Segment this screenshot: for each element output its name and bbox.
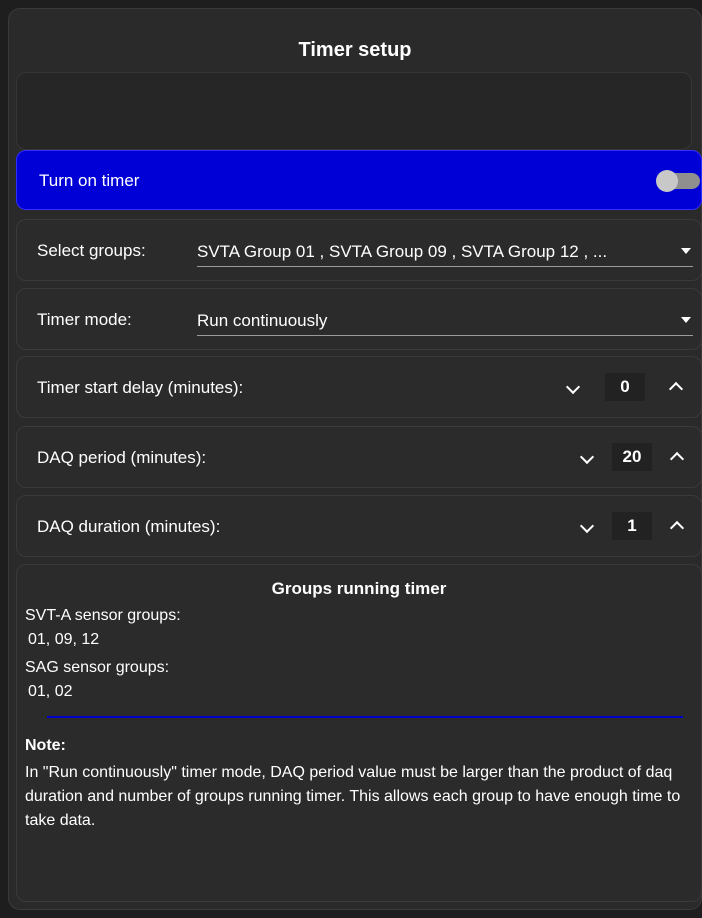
daq-period-label: DAQ period (minutes):: [37, 448, 207, 467]
start-delay-label: Timer start delay (minutes):: [37, 378, 244, 397]
chevron-down-icon: [565, 379, 581, 395]
daq-period-decrement[interactable]: [573, 443, 601, 471]
daq-duration-label: DAQ duration (minutes):: [37, 517, 221, 536]
timer-mode-label: Timer mode:: [37, 310, 132, 329]
svta-groups-label: SVT-A sensor groups:: [25, 607, 181, 624]
daq-duration-decrement[interactable]: [573, 512, 601, 540]
caret-down-icon[interactable]: [681, 317, 691, 323]
select-groups-value[interactable]: SVTA Group 01 , SVTA Group 09 , SVTA Gro…: [197, 242, 607, 262]
select-groups-card: Select groups: SVTA Group 01 , SVTA Grou…: [16, 219, 702, 281]
svta-groups-value: 01, 09, 12: [28, 631, 100, 648]
toggle-knob[interactable]: [656, 170, 678, 192]
start-delay-increment[interactable]: [662, 373, 690, 401]
start-delay-decrement[interactable]: [559, 373, 587, 401]
timer-mode-dropdown[interactable]: Run continuously: [197, 303, 693, 336]
note-text: In "Run continuously" timer mode, DAQ pe…: [25, 764, 681, 829]
daq-period-card: DAQ period (minutes): 20: [16, 426, 702, 488]
chevron-up-icon: [669, 520, 685, 536]
start-delay-card: Timer start delay (minutes): 0: [16, 356, 702, 418]
timer-toggle-switch[interactable]: [656, 170, 700, 192]
chevron-up-icon: [669, 451, 685, 467]
start-delay-value[interactable]: 0: [605, 373, 645, 401]
timer-toggle-row[interactable]: Turn on timer: [16, 150, 702, 210]
chevron-down-icon: [579, 518, 595, 534]
groups-running-heading: Groups running timer: [271, 579, 447, 598]
chevron-up-icon: [668, 381, 684, 397]
sag-groups-value: 01, 02: [28, 683, 73, 700]
select-groups-dropdown[interactable]: SVTA Group 01 , SVTA Group 09 , SVTA Gro…: [197, 234, 693, 267]
daq-duration-value[interactable]: 1: [612, 512, 652, 540]
groups-running-card: Groups running timer SVT-A sensor groups…: [16, 564, 702, 902]
timer-toggle-label: Turn on timer: [39, 171, 140, 190]
chevron-down-icon: [579, 449, 595, 465]
daq-period-increment[interactable]: [663, 443, 691, 471]
panel-title: Timer setup: [298, 39, 412, 61]
note-title: Note:: [25, 737, 66, 754]
divider: [47, 716, 683, 718]
empty-card: [16, 72, 692, 150]
daq-duration-increment[interactable]: [663, 512, 691, 540]
daq-period-value[interactable]: 20: [612, 443, 652, 471]
select-groups-label: Select groups:: [37, 241, 146, 260]
timer-mode-card: Timer mode: Run continuously: [16, 288, 702, 350]
sag-groups-label: SAG sensor groups:: [25, 659, 170, 676]
daq-duration-card: DAQ duration (minutes): 1: [16, 495, 702, 557]
caret-down-icon[interactable]: [681, 248, 691, 254]
timer-mode-value[interactable]: Run continuously: [197, 311, 327, 331]
